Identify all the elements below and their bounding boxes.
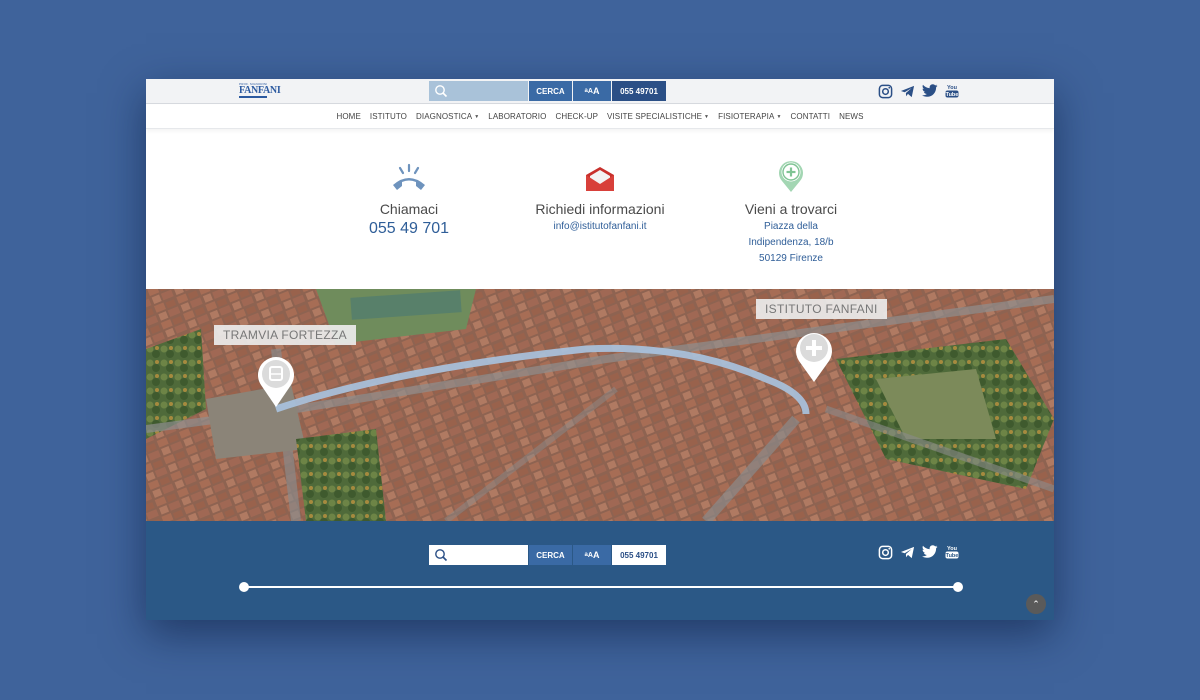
nav-item-home[interactable]: HOME <box>336 112 360 121</box>
twitter-icon[interactable] <box>922 545 938 559</box>
instagram-icon[interactable] <box>878 84 893 99</box>
nav-item-label: LABORATORIO <box>488 112 547 121</box>
footer-search-box[interactable] <box>429 545 528 565</box>
header-font-size-button[interactable]: aAA <box>573 81 611 101</box>
institute-label: ISTITUTO FANFANI <box>756 299 887 319</box>
contact-email-link[interactable]: info@istitutofanfani.it <box>510 220 690 234</box>
footer-social-links: You Tube <box>878 544 959 560</box>
nav-item-contatti[interactable]: CONTATTI <box>791 112 831 121</box>
caret-down-icon: ▼ <box>474 114 480 120</box>
footer: ⌃ <box>146 521 1054 620</box>
contact-info-title: Richiedi informazioni <box>535 201 665 217</box>
nav-item-news[interactable]: NEWS <box>839 112 863 121</box>
nav-item-fisioterapia[interactable]: FISIOTERAPIA ▼ <box>718 112 781 121</box>
header-social-links: You Tube <box>878 83 959 99</box>
nav-item-istituto[interactable]: ISTITUTO <box>370 112 407 121</box>
caret-down-icon: ▼ <box>776 114 782 120</box>
contact-info-icon-wrap <box>510 161 690 193</box>
contact-phone-number[interactable]: 055 49 701 <box>319 220 499 238</box>
address-line-1: Piazza della <box>764 221 818 232</box>
telegram-icon[interactable] <box>900 545 915 560</box>
font-size-large: A <box>592 86 600 96</box>
website-frame: PROF. SIGNORINI FANFANI CERCA aAA 055 49… <box>146 79 1054 620</box>
twitter-icon[interactable] <box>922 84 938 98</box>
nav-item-label: CHECK-UP <box>555 112 599 121</box>
nav-item-label: ISTITUTO <box>369 112 407 121</box>
instagram-icon[interactable] <box>878 545 893 560</box>
aerial-map-image <box>146 289 1054 521</box>
telegram-icon[interactable] <box>900 84 915 99</box>
svg-text:You: You <box>947 85 957 91</box>
nav-item-label: VISITE SPECIALISTICHE <box>607 112 703 121</box>
contact-call-title: Chiamaci <box>379 201 439 217</box>
nav-item-label: FISIOTERAPIA <box>718 112 775 121</box>
contact-visit-icon-wrap <box>701 161 881 193</box>
scroll-to-top-button[interactable]: ⌃ <box>1026 594 1046 614</box>
site-logo[interactable]: PROF. SIGNORINI FANFANI <box>239 82 281 100</box>
header-search-button[interactable]: CERCA <box>529 81 572 101</box>
location-plus-icon <box>779 161 803 192</box>
youtube-icon[interactable]: You Tube <box>945 544 959 560</box>
phone-icon <box>393 163 425 190</box>
aerial-map[interactable]: TRAMVIA FORTEZZA ISTITUTO FANFANI <box>146 289 1054 521</box>
contact-call: Chiamaci 055 49 701 <box>319 161 499 238</box>
header-search-box[interactable] <box>429 81 528 101</box>
top-bar: PROF. SIGNORINI FANFANI CERCA aAA 055 49… <box>146 79 1054 104</box>
header-phone-button[interactable]: 055 49701 <box>612 81 666 101</box>
nav-item-visite-specialistiche[interactable]: VISITE SPECIALISTICHE ▼ <box>607 112 709 121</box>
slider-track <box>244 586 958 588</box>
svg-text:Tube: Tube <box>946 92 959 98</box>
main-nav: HOME ISTITUTO DIAGNOSTICA ▼ LABORATORIO C… <box>146 105 1054 129</box>
envelope-icon <box>586 167 614 191</box>
contact-visit-title: Vieni a trovarci <box>744 201 838 217</box>
nav-item-label: HOME <box>336 112 361 121</box>
nav-item-diagnostica[interactable]: DIAGNOSTICA ▼ <box>416 112 479 121</box>
logo-bar <box>239 96 267 98</box>
footer-font-size-button[interactable]: aAA <box>573 545 611 565</box>
footer-search-group: CERCA aAA 055 49701 <box>429 545 666 565</box>
font-size-large: A <box>592 550 600 560</box>
caret-down-icon: ▼ <box>704 114 710 120</box>
address-line-3: 50129 Firenze <box>759 253 823 264</box>
search-icon <box>435 85 448 98</box>
contact-visit: Vieni a trovarci Piazza della Indipenden… <box>701 161 881 266</box>
svg-text:You: You <box>947 546 957 552</box>
logo-big-text: FANFANI <box>239 85 281 96</box>
nav-item-check-up[interactable]: CHECK-UP <box>555 112 598 121</box>
contact-call-icon-wrap <box>319 161 499 193</box>
address-line-2: Indipendenza, 18/b <box>748 237 834 248</box>
tram-stop-label: TRAMVIA FORTEZZA <box>214 325 356 345</box>
youtube-icon[interactable]: You Tube <box>945 83 959 99</box>
slider-handle-right[interactable] <box>953 582 963 592</box>
search-icon <box>435 549 448 562</box>
header-search-group: CERCA aAA 055 49701 <box>429 81 666 101</box>
contact-info: Richiedi informazioni info@istitutofanfa… <box>510 161 690 234</box>
footer-phone-button[interactable]: 055 49701 <box>612 545 666 565</box>
footer-slider[interactable] <box>239 581 963 593</box>
nav-item-label: CONTATTI <box>790 112 831 121</box>
nav-item-laboratorio[interactable]: LABORATORIO <box>488 112 546 121</box>
footer-search-button[interactable]: CERCA <box>529 545 572 565</box>
nav-item-label: DIAGNOSTICA <box>416 112 473 121</box>
svg-text:Tube: Tube <box>946 553 959 559</box>
nav-item-label: NEWS <box>839 112 864 121</box>
slider-handle-left[interactable] <box>239 582 249 592</box>
